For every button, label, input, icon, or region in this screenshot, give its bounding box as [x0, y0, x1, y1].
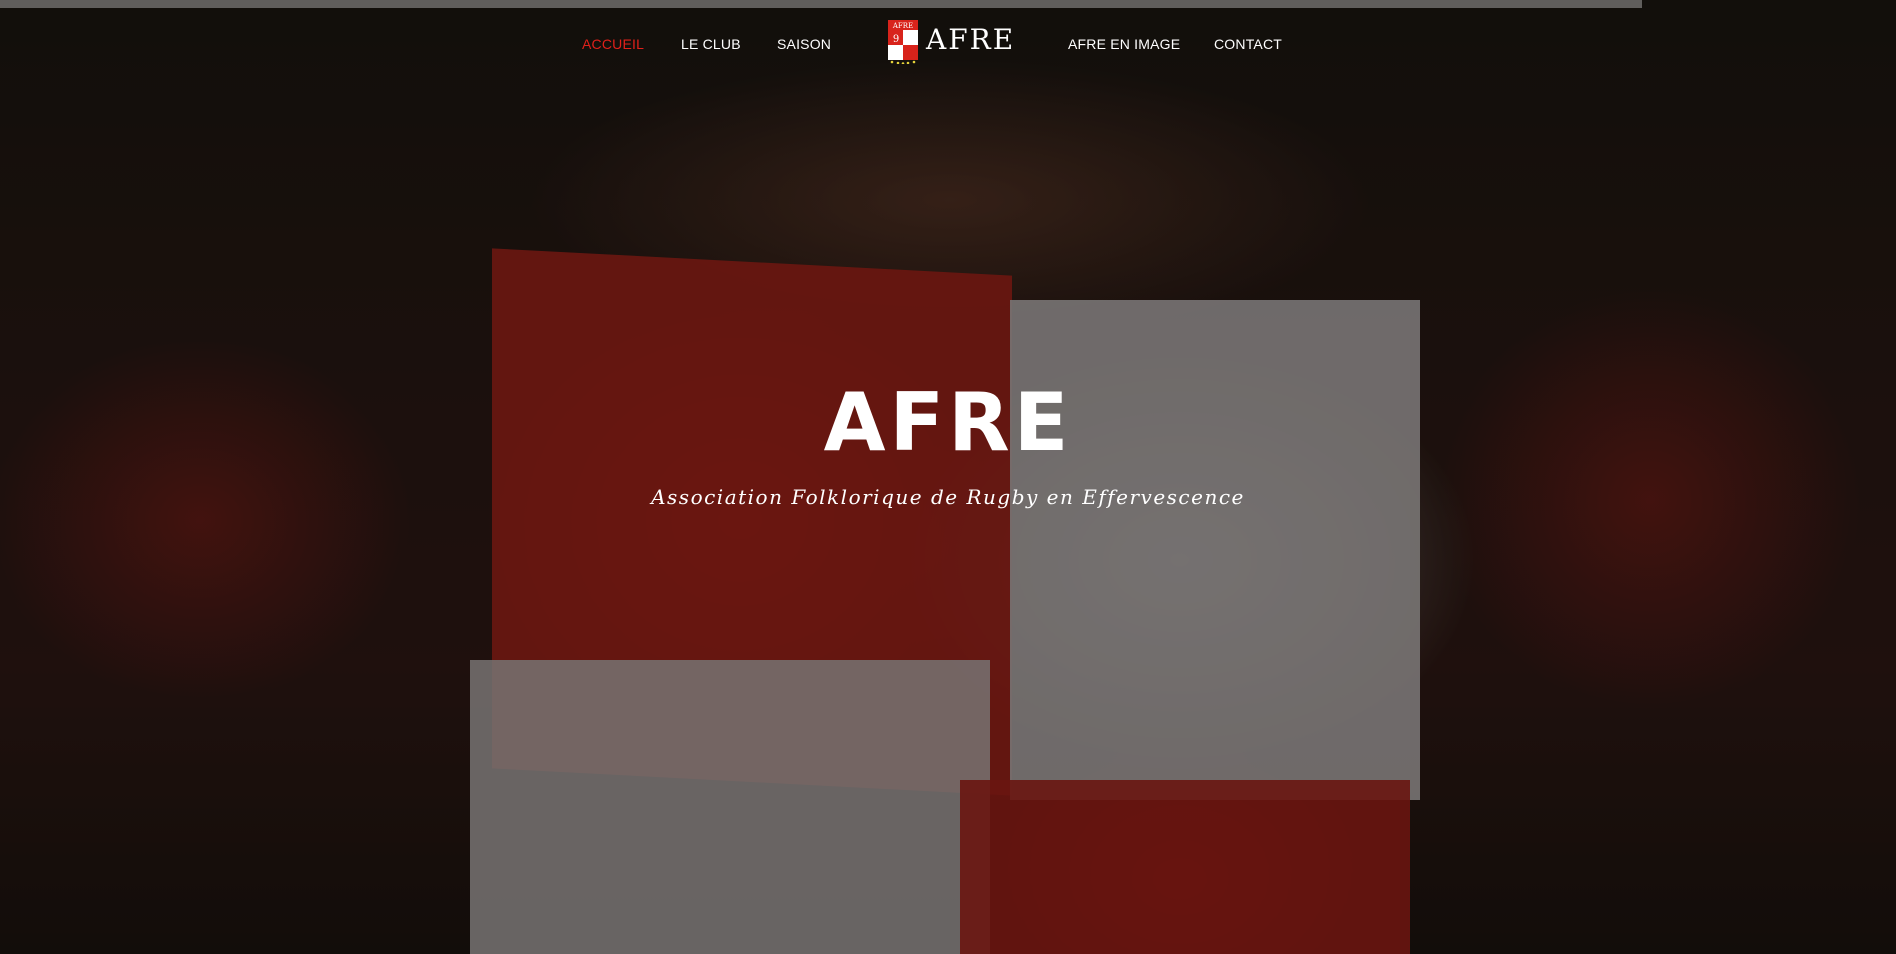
logo-text: AFRE — [926, 23, 1016, 56]
hero-overlay — [0, 0, 1896, 954]
main-navigation: ACCUEIL LE CLUB SAISON AFRE 9 8 AFRE AFR… — [0, 0, 1896, 90]
hero-title: AFRE — [823, 376, 1073, 469]
club-badge-icon: AFRE 9 8 — [888, 20, 918, 65]
nav-item-accueil[interactable]: ACCUEIL — [582, 36, 644, 52]
svg-text:8: 8 — [907, 49, 913, 60]
site-logo[interactable]: AFRE 9 8 AFRE — [888, 18, 1016, 65]
nav-item-contact[interactable]: CONTACT — [1214, 36, 1282, 52]
nav-item-afre-en-image[interactable]: AFRE EN IMAGE — [1068, 36, 1180, 52]
hero-subtitle: Association Folklorique de Rugby en Effe… — [651, 485, 1245, 509]
svg-text:9: 9 — [893, 34, 899, 45]
nav-item-le-club[interactable]: LE CLUB — [681, 36, 741, 52]
svg-text:AFRE: AFRE — [892, 22, 913, 30]
hero-background — [0, 0, 1896, 954]
nav-item-saison[interactable]: SAISON — [777, 36, 831, 52]
